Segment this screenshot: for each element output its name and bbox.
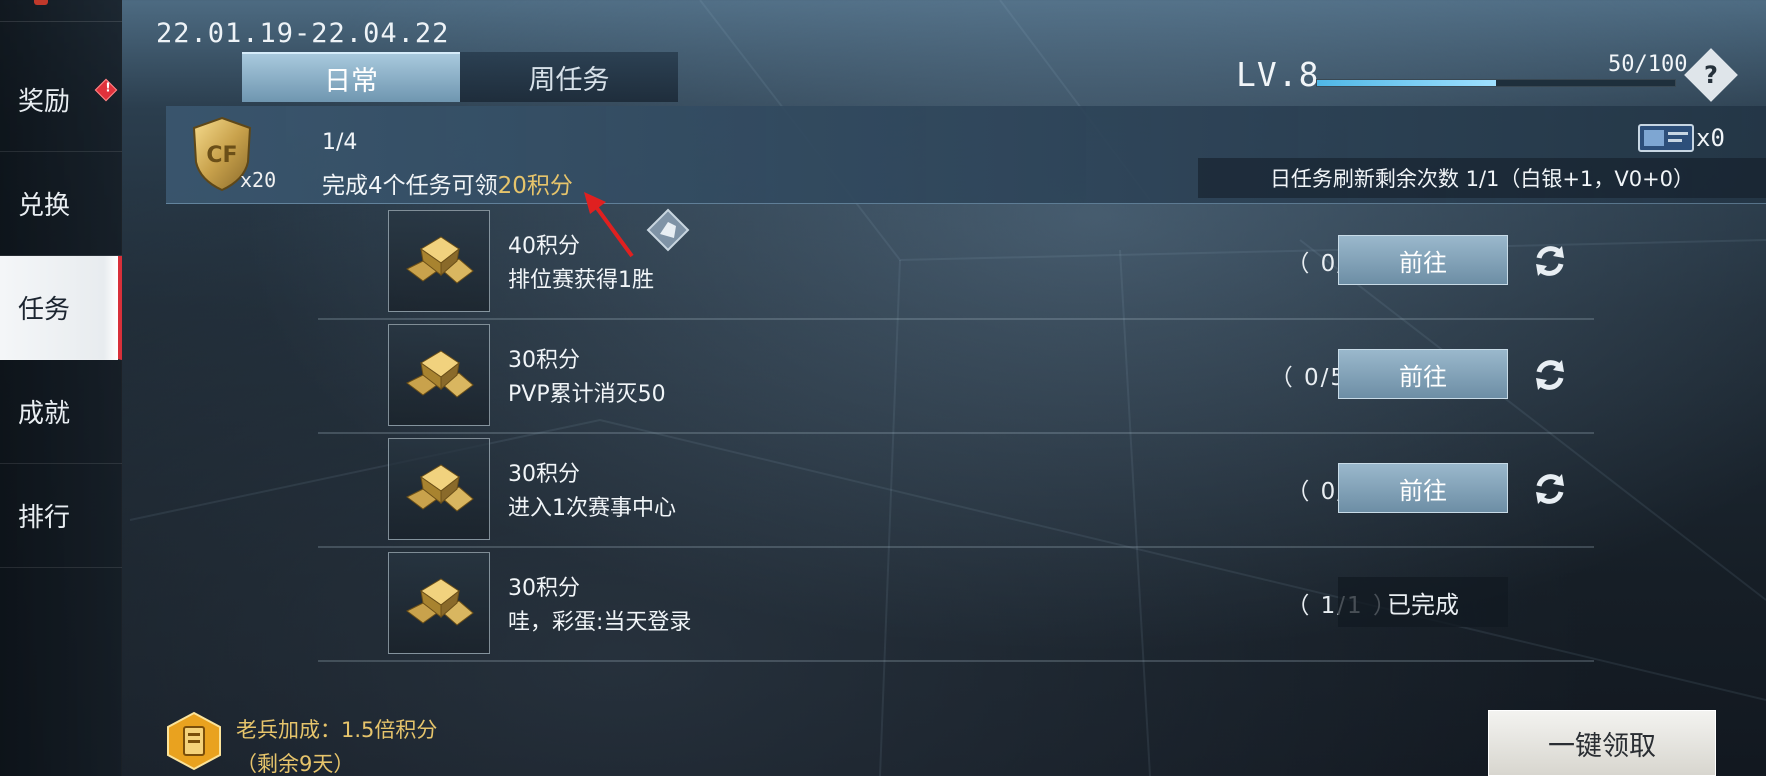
reward-icon-box	[388, 210, 490, 312]
ranked-fist-icon	[646, 208, 690, 252]
task-name: PVP累计消灭50	[508, 382, 666, 407]
refresh-remaining-note: 日任务刷新剩余次数 1/1（白银+1，V0+0）	[1198, 158, 1766, 198]
daily-progress-count: 1/4	[322, 130, 358, 155]
sidebar-item-label: 排行	[18, 503, 71, 533]
xp-progress-fill	[1317, 80, 1496, 86]
veteran-bonus-icon	[167, 711, 221, 771]
go-button[interactable]: 前往	[1338, 463, 1508, 513]
veteran-bonus-remaining: （剩余9天）	[236, 752, 355, 776]
sidebar-item-label: 奖励	[18, 87, 71, 117]
sidebar: 奖励 兑换 任务 成就 排行	[0, 0, 122, 776]
daily-summary-banner: CF x20 1/4 完成4个任务可领20积分 x0 日任务刷新剩余次数 1/1…	[166, 106, 1766, 204]
refresh-task-icon[interactable]	[1531, 242, 1569, 280]
task-tabs: 日常 周任务	[242, 52, 678, 102]
level-label: LV.8	[1236, 55, 1320, 94]
sidebar-item-ranking[interactable]: 排行	[0, 464, 122, 568]
task-row: 30积分 哇，彩蛋:当天登录 （ 1/1 ） 已完成	[318, 548, 1594, 662]
sidebar-item-achievements[interactable]: 成就	[0, 360, 122, 464]
sidebar-item-rewards[interactable]: 奖励	[0, 48, 122, 152]
xp-progress-bar	[1316, 79, 1676, 87]
claim-all-button[interactable]: 一键领取	[1488, 710, 1716, 776]
logo-corner	[0, 0, 122, 22]
shield-count: x20	[240, 168, 277, 192]
sidebar-item-label: 成就	[18, 399, 71, 429]
task-name: 排位赛获得1胜	[508, 268, 654, 293]
task-points: 30积分	[508, 576, 580, 601]
go-button[interactable]: 前往	[1338, 349, 1508, 399]
reward-desc-text: 完成4个任务可领	[322, 173, 498, 199]
daily-reward-description: 完成4个任务可领20积分	[322, 166, 573, 200]
refresh-ticket-count: x0	[1696, 124, 1725, 152]
refresh-task-icon[interactable]	[1531, 470, 1569, 508]
gold-points-icon	[406, 578, 474, 626]
sidebar-item-label: 任务	[18, 295, 71, 325]
help-button[interactable]: ?	[1684, 48, 1738, 102]
reward-icon-box	[388, 324, 490, 426]
reward-points-highlight: 20积分	[497, 173, 573, 199]
tab-daily[interactable]: 日常	[242, 52, 460, 102]
task-row: 40积分 排位赛获得1胜 （ 0/1 ） 前往	[318, 206, 1594, 320]
refresh-ticket-icon	[1638, 124, 1694, 152]
task-row: 30积分 进入1次赛事中心 （ 0/1 ） 前往	[318, 434, 1594, 548]
veteran-bonus-title: 老兵加成：1.5倍积分	[236, 718, 438, 742]
event-date-range: 22.01.19-22.04.22	[156, 18, 450, 49]
xp-text: 50/100	[1608, 52, 1688, 77]
svg-text:CF: CF	[206, 143, 237, 168]
task-points: 30积分	[508, 348, 580, 373]
tab-weekly[interactable]: 周任务	[460, 52, 678, 102]
reward-icon-box	[388, 552, 490, 654]
go-button[interactable]: 前往	[1338, 235, 1508, 285]
task-name: 进入1次赛事中心	[508, 496, 676, 521]
question-icon: ?	[1704, 61, 1718, 89]
sidebar-item-label: 兑换	[18, 191, 71, 221]
reward-icon-box	[388, 438, 490, 540]
gold-points-icon	[406, 350, 474, 398]
gold-points-icon	[406, 236, 474, 284]
refresh-task-icon[interactable]	[1531, 356, 1569, 394]
sidebar-item-exchange[interactable]: 兑换	[0, 152, 122, 256]
completed-status: 已完成	[1338, 577, 1508, 627]
task-points: 30积分	[508, 462, 580, 487]
alert-badge-icon	[94, 78, 118, 102]
task-row: 30积分 PVP累计消灭50 （ 0/50 ） 前往	[318, 320, 1594, 434]
gold-points-icon	[406, 464, 474, 512]
task-name: 哇，彩蛋:当天登录	[508, 610, 692, 635]
sidebar-item-tasks[interactable]: 任务	[0, 256, 122, 360]
task-points: 40积分	[508, 234, 580, 259]
